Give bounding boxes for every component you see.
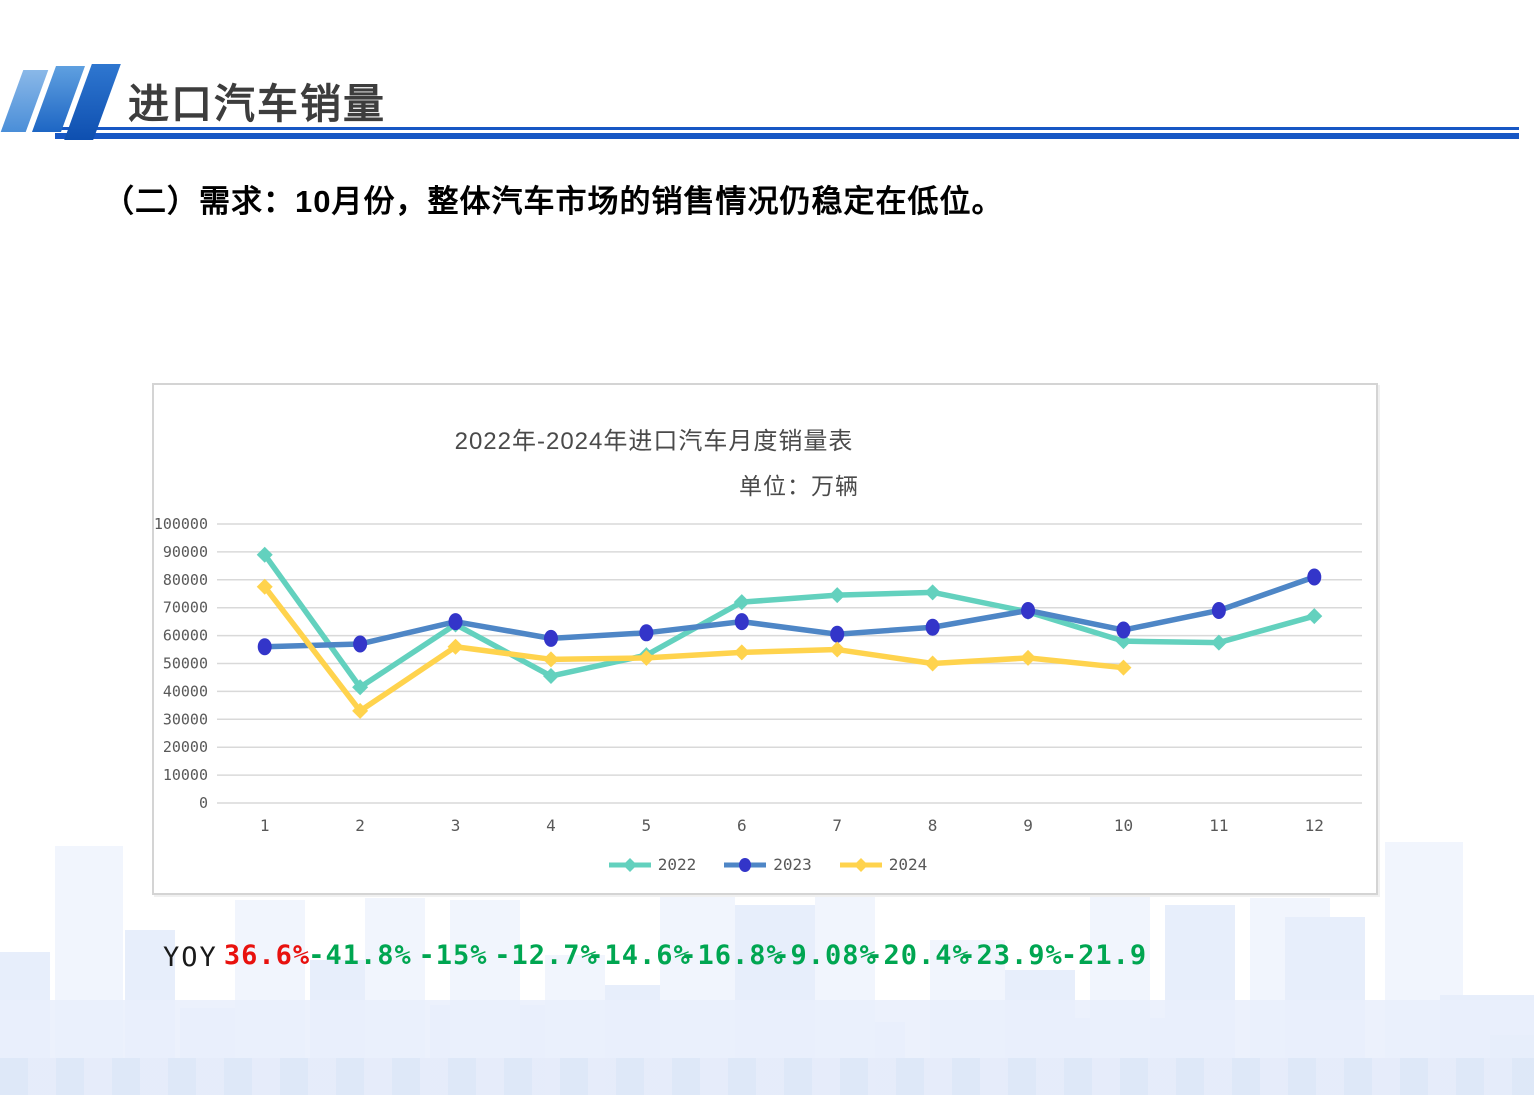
x-tick-label: 4 [546, 816, 556, 835]
legend-swatch-icon [607, 856, 653, 874]
chart-unit-label: 单位：万辆 [444, 467, 1154, 501]
yoy-value: -9.08% [773, 940, 877, 971]
data-point-marker [1212, 602, 1226, 619]
data-point-marker [1306, 608, 1322, 624]
x-tick-label: 10 [1114, 816, 1133, 835]
y-tick-label: 0 [199, 794, 208, 812]
yoy-value: 36.6% [215, 940, 319, 971]
data-point-marker [544, 630, 558, 647]
background-band-striped [0, 1058, 1534, 1095]
legend-label: 2023 [773, 855, 812, 874]
data-point-marker [830, 626, 844, 643]
data-point-marker [449, 613, 463, 630]
data-point-marker [1116, 622, 1130, 639]
legend-item-2024: 2024 [838, 855, 928, 874]
y-tick-label: 40000 [163, 682, 208, 700]
legend-item-2022: 2022 [607, 855, 697, 874]
y-tick-label: 10000 [163, 766, 208, 784]
legend-swatch-icon [838, 856, 884, 874]
chart-title: 2022年-2024年进口汽车月度销量表 [154, 421, 1154, 456]
x-tick-label: 1 [260, 816, 270, 835]
x-tick-label: 7 [832, 816, 842, 835]
y-tick-label: 90000 [163, 543, 208, 561]
data-point-marker [353, 635, 367, 652]
data-point-marker [854, 858, 868, 872]
yoy-value: -23.9% [959, 940, 1063, 971]
page-title: 进口汽车销量 [128, 70, 386, 130]
slide: 进口汽车销量 （二）需求：10月份，整体汽车市场的销售情况仍稳定在低位。 202… [0, 0, 1534, 1095]
chart-container: 2022年-2024年进口汽车月度销量表 单位：万辆 0 10000 20000 30… [152, 383, 1378, 895]
y-tick-label: 100000 [154, 515, 208, 533]
yoy-value: -16.8% [680, 940, 784, 971]
yoy-value: -20.4% [866, 940, 970, 971]
chart-legend: 2022 2023 2024 [154, 855, 1380, 874]
yoy-value: -15% [401, 940, 505, 971]
yoy-label: YOY [163, 942, 218, 973]
y-tick-label: 30000 [163, 710, 208, 728]
x-tick-label: 9 [1023, 816, 1033, 835]
data-point-marker [829, 587, 845, 603]
yoy-value: -21.9 [1052, 940, 1156, 971]
yoy-value: -41.8% [308, 940, 412, 971]
data-point-marker [735, 613, 749, 630]
header-slashes-decoration [8, 62, 128, 142]
legend-label: 2024 [889, 855, 928, 874]
data-point-marker [1115, 660, 1131, 676]
data-point-marker [734, 644, 750, 660]
y-tick-label: 80000 [163, 571, 208, 589]
yoy-row: YOY 36.6%-41.8%-15%-12.7%-14.6%-16.8%-9.… [0, 938, 1534, 984]
yoy-value: -14.6% [587, 940, 691, 971]
data-point-marker [1211, 635, 1227, 651]
data-point-marker [623, 858, 637, 872]
x-tick-label: 2 [355, 816, 365, 835]
data-point-marker [926, 619, 940, 636]
yoy-value: -12.7% [494, 940, 598, 971]
section-heading: （二）需求：10月份，整体汽车市场的销售情况仍稳定在低位。 [103, 176, 1003, 221]
data-point-marker [258, 638, 272, 655]
x-tick-label: 6 [737, 816, 747, 835]
data-point-marker [1307, 569, 1321, 586]
x-tick-label: 3 [451, 816, 461, 835]
data-point-marker [1021, 602, 1035, 619]
data-point-marker [829, 642, 845, 658]
x-tick-label: 8 [928, 816, 938, 835]
y-tick-label: 20000 [163, 738, 208, 756]
legend-item-2023: 2023 [722, 855, 812, 874]
data-point-marker [543, 651, 559, 667]
legend-label: 2022 [658, 855, 697, 874]
x-tick-label: 11 [1209, 816, 1228, 835]
y-tick-label: 70000 [163, 599, 208, 617]
y-tick-label: 50000 [163, 655, 208, 673]
x-tick-label: 12 [1305, 816, 1324, 835]
header-rule-thick [55, 133, 1519, 139]
data-point-marker [925, 656, 941, 672]
x-tick-label: 5 [642, 816, 652, 835]
data-point-marker [639, 624, 653, 641]
line-chart-plot: 0 10000 20000 30000 40000 50000 60000 70000 8000… [154, 515, 1380, 850]
legend-swatch-icon [722, 856, 768, 874]
y-tick-label: 60000 [163, 627, 208, 645]
data-point-marker [925, 584, 941, 600]
